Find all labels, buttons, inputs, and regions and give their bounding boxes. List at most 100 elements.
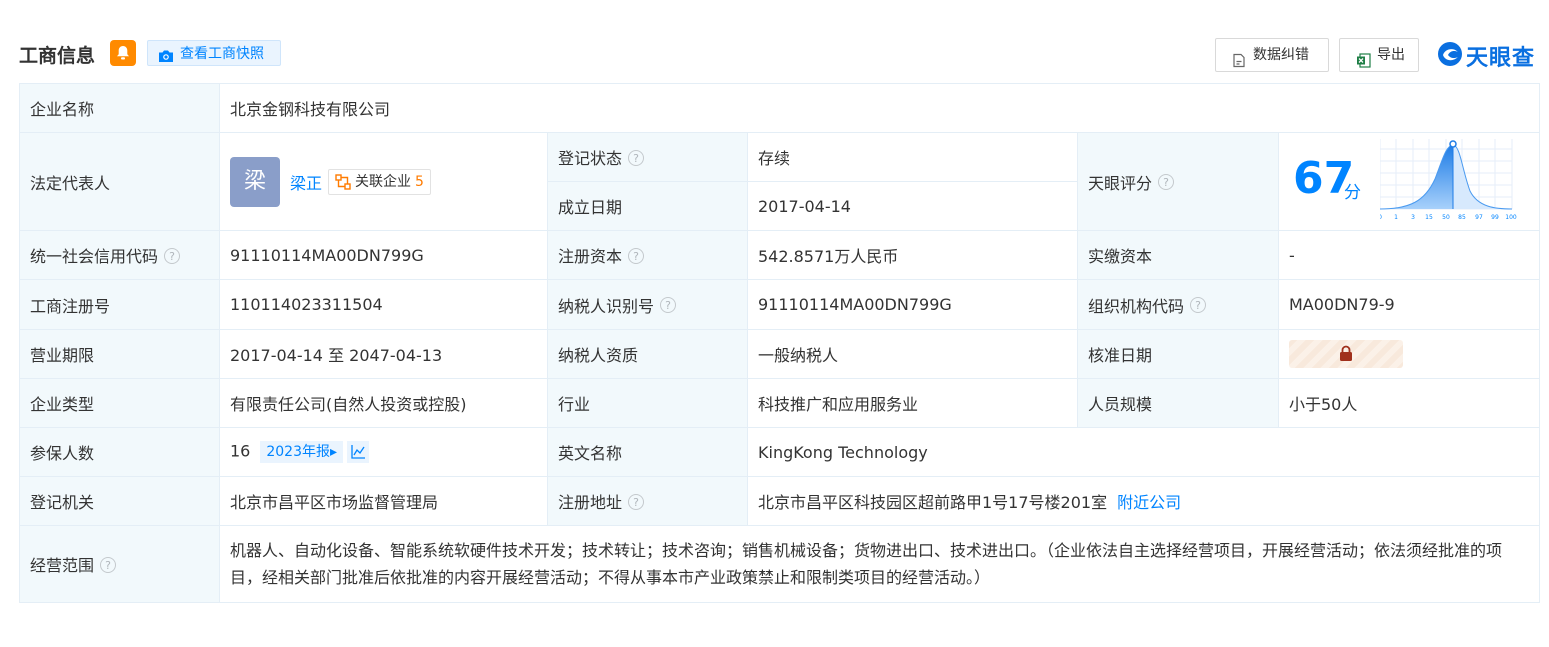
help-icon[interactable]: ? xyxy=(164,247,181,264)
reg-capital-value: 542.8571万人民币 xyxy=(747,230,1078,280)
taxpayer-id-value: 91110114MA00DN799G xyxy=(747,279,1078,330)
address-cell: 北京市昌平区科技园区超前路甲1号17号楼201室 附近公司 xyxy=(747,476,1540,526)
org-code-label-cell: 组织机构代码? xyxy=(1077,279,1279,330)
reg-number-value: 110114023311504 xyxy=(219,279,548,330)
relation-icon xyxy=(335,173,351,198)
score-axis-tick: 97 xyxy=(1475,214,1483,221)
table-row: 登记机关 北京市昌平区市场监督管理局 注册地址? 北京市昌平区科技园区超前路甲1… xyxy=(19,476,1540,526)
document-edit-icon xyxy=(1232,48,1246,80)
data-correction-button[interactable]: 数据纠错 xyxy=(1215,38,1329,72)
score-axis-tick: 50 xyxy=(1442,214,1450,221)
scope-label: 经营范围 xyxy=(30,556,95,575)
related-companies-button[interactable]: 关联企业 5 xyxy=(328,168,431,198)
avatar[interactable]: 梁 xyxy=(230,156,280,207)
trend-chart-icon[interactable] xyxy=(347,441,370,463)
credit-code-label-cell: 统一社会信用代码? xyxy=(19,230,220,280)
insured-cell: 16 2023年报▸ xyxy=(219,427,548,477)
help-icon[interactable]: ? xyxy=(100,556,117,573)
approval-date-cell xyxy=(1278,329,1540,379)
english-name-label: 英文名称 xyxy=(547,427,748,477)
score-unit: 分 xyxy=(1344,183,1361,203)
score-axis-tick: 99 xyxy=(1491,214,1499,221)
table-row: 企业类型 有限责任公司(自然人投资或控股) 行业 科技推广和应用服务业 人员规模… xyxy=(19,378,1540,428)
view-snapshot-label: 查看工商快照 xyxy=(180,46,264,62)
data-correction-label: 数据纠错 xyxy=(1253,47,1309,63)
company-name-label: 企业名称 xyxy=(19,83,220,133)
staff-size-label: 人员规模 xyxy=(1077,378,1279,428)
address-label: 注册地址 xyxy=(558,493,623,512)
reg-capital-label: 注册资本 xyxy=(558,247,623,266)
lock-icon xyxy=(1340,345,1352,361)
score-widget[interactable]: 67 分 0 1 xyxy=(1280,134,1539,230)
authority-value: 北京市昌平区市场监督管理局 xyxy=(219,476,548,526)
reg-number-label: 工商注册号 xyxy=(19,279,220,330)
score-distribution-chart: 0 1 3 15 50 85 97 99 100 xyxy=(1380,139,1517,221)
legal-rep-cell: 梁梁正 关联企业 5 xyxy=(219,132,548,231)
company-name-value: 北京金钢科技有限公司 xyxy=(219,83,1540,133)
authority-label: 登记机关 xyxy=(19,476,220,526)
term-label: 营业期限 xyxy=(19,329,220,379)
score-axis-tick: 3 xyxy=(1411,214,1415,221)
view-snapshot-button[interactable]: 查看工商快照 xyxy=(147,40,281,66)
score-label-cell: 天眼评分? xyxy=(1077,132,1279,231)
section-title: 工商信息 xyxy=(19,45,96,67)
logo-text: 天眼查 xyxy=(1466,46,1536,71)
address-label-cell: 注册地址? xyxy=(547,476,748,526)
table-row: 工商注册号 110114023311504 纳税人识别号? 91110114MA… xyxy=(19,279,1540,330)
taxpayer-id-label: 纳税人识别号 xyxy=(558,296,655,316)
help-icon[interactable]: ? xyxy=(628,247,645,264)
export-button[interactable]: 导出 xyxy=(1339,38,1419,72)
score-label: 天眼评分 xyxy=(1088,173,1153,193)
org-code-value: MA00DN79-9 xyxy=(1278,279,1540,330)
table-row: 统一社会信用代码? 91110114MA00DN799G 注册资本? 542.8… xyxy=(19,230,1540,280)
table-row: 经营范围? 机器人、自动化设备、智能系统软硬件技术开发；技术转让；技术咨询；销售… xyxy=(19,525,1540,603)
help-icon[interactable]: ? xyxy=(660,297,677,313)
table-row: 参保人数 16 2023年报▸ 英文名称 KingKong Technology xyxy=(19,427,1540,477)
org-code-label: 组织机构代码 xyxy=(1088,296,1185,316)
legal-rep-name-link[interactable]: 梁正 xyxy=(290,174,322,193)
industry-value: 科技推广和应用服务业 xyxy=(747,378,1078,428)
scope-label-cell: 经营范围? xyxy=(19,525,220,603)
help-icon[interactable]: ? xyxy=(1190,297,1207,313)
english-name-value: KingKong Technology xyxy=(747,427,1540,477)
status-label: 登记状态 xyxy=(558,149,623,168)
status-label-cell: 登记状态? xyxy=(547,132,748,182)
scope-value: 机器人、自动化设备、智能系统软硬件技术开发；技术转让；技术咨询；销售机械设备；货… xyxy=(219,525,1540,603)
type-label: 企业类型 xyxy=(19,378,220,428)
paid-capital-label: 实缴资本 xyxy=(1077,230,1279,280)
annual-report-label: 2023年报 xyxy=(266,444,330,460)
related-companies-label: 关联企业 xyxy=(355,173,412,190)
approval-date-label: 核准日期 xyxy=(1077,329,1279,379)
founded-value: 2017-04-14 xyxy=(747,181,1078,231)
score-axis-tick: 100 xyxy=(1505,214,1517,221)
taxpayer-qual-label: 纳税人资质 xyxy=(547,329,748,379)
score-cell[interactable]: 67 分 0 1 xyxy=(1278,132,1540,231)
help-icon[interactable]: ? xyxy=(628,493,645,510)
score-axis-tick: 1 xyxy=(1394,214,1398,221)
insured-value: 16 xyxy=(230,441,251,461)
table-row: 营业期限 2017-04-14 至 2047-04-13 纳税人资质 一般纳税人… xyxy=(19,329,1540,379)
score-axis-tick: 15 xyxy=(1425,214,1433,221)
help-icon[interactable]: ? xyxy=(1158,174,1175,190)
term-value: 2017-04-14 至 2047-04-13 xyxy=(219,329,548,379)
table-row: 企业名称 北京金钢科技有限公司 xyxy=(19,83,1540,133)
type-value: 有限责任公司(自然人投资或控股) xyxy=(219,378,548,428)
score-axis-tick: 0 xyxy=(1380,214,1382,221)
export-label: 导出 xyxy=(1377,47,1405,63)
locked-value-button[interactable] xyxy=(1289,340,1403,368)
section-header: 工商信息 查看工商快照 数据纠错 导出 天眼查 xyxy=(0,0,1549,84)
annual-report-tag[interactable]: 2023年报▸ xyxy=(260,441,344,463)
reg-capital-label-cell: 注册资本? xyxy=(547,230,748,280)
insured-label: 参保人数 xyxy=(19,427,220,477)
paid-capital-value: - xyxy=(1278,230,1540,280)
camera-icon xyxy=(158,46,174,72)
credit-code-value: 91110114MA00DN799G xyxy=(219,230,548,280)
logo-mark-icon xyxy=(1437,41,1463,71)
help-icon[interactable]: ? xyxy=(628,149,645,166)
bell-icon[interactable] xyxy=(110,40,136,66)
score-axis-tick: 85 xyxy=(1458,214,1466,221)
status-value: 存续 xyxy=(747,132,1078,182)
nearby-companies-link[interactable]: 附近公司 xyxy=(1117,493,1181,512)
address-value: 北京市昌平区科技园区超前路甲1号17号楼201室 xyxy=(758,493,1108,512)
staff-size-value: 小于50人 xyxy=(1278,378,1540,428)
